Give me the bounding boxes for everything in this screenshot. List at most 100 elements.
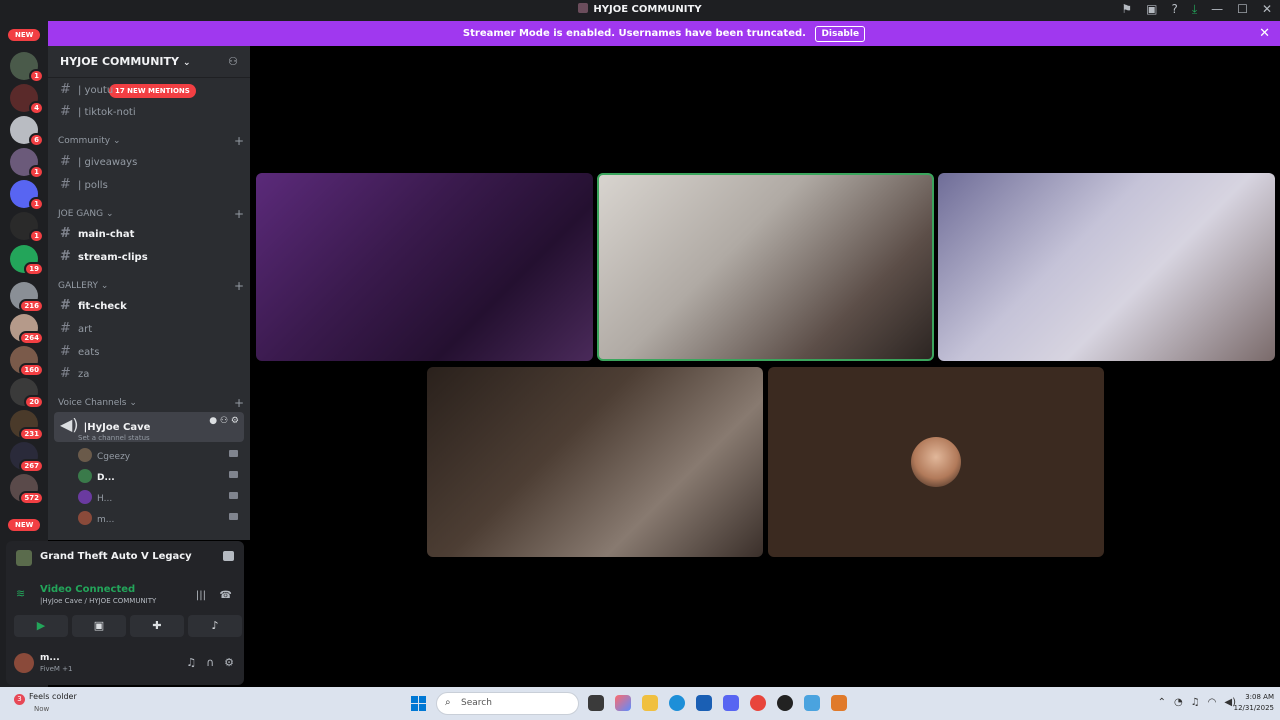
stream-game-icon[interactable] — [223, 551, 234, 561]
gear-icon[interactable]: ⚙ — [224, 656, 234, 669]
channel-tiktok-noti[interactable]: # | tiktok-noti — [54, 101, 244, 121]
clock[interactable]: 3:08 AM 12/31/2025 — [1234, 692, 1274, 714]
screen-share-button[interactable]: ▣ — [72, 615, 126, 637]
hash-icon: # — [60, 104, 71, 119]
video-tile-speaking[interactable] — [597, 173, 934, 361]
category-joe-gang[interactable]: JOE GANG ⌄ + — [58, 207, 244, 221]
camera-icon — [229, 471, 238, 478]
mention-badge: 1 — [29, 229, 44, 243]
app-icon[interactable] — [804, 695, 820, 711]
channel-eats[interactable]: # eats — [54, 341, 244, 361]
taskbar-search[interactable]: ⌕ Search — [436, 692, 579, 715]
headphones-icon[interactable]: ∩ — [206, 656, 214, 669]
add-channel-icon[interactable]: + — [234, 396, 244, 410]
server-icon[interactable]: 20 — [10, 378, 44, 409]
channel-status[interactable]: Set a channel status — [78, 434, 238, 442]
weather-badge: 3 — [14, 694, 25, 705]
disable-button[interactable]: Disable — [815, 26, 866, 42]
edge-icon[interactable] — [669, 695, 685, 711]
channel-stream-clips[interactable]: # stream-clips — [54, 246, 244, 266]
chrome-icon[interactable] — [750, 695, 766, 711]
voice-user[interactable]: H... — [78, 490, 244, 508]
windows-start-icon[interactable] — [411, 696, 426, 711]
weather-widget[interactable]: 3 Feels colder Now — [14, 692, 77, 713]
noise-suppression-icon[interactable]: ||| — [196, 590, 206, 601]
channel-youtube[interactable]: # | youtu — [54, 79, 244, 99]
server-icon[interactable]: 4 — [10, 84, 44, 115]
minimize-button[interactable]: — — [1211, 2, 1223, 17]
server-icon[interactable]: 231 — [10, 410, 44, 441]
activities-button[interactable]: ✚ — [130, 615, 184, 637]
server-icon[interactable]: 160 — [10, 346, 44, 377]
channel-main-chat[interactable]: # main-chat — [54, 223, 244, 243]
network-icon[interactable]: ◔ — [1174, 697, 1183, 708]
microphone-icon[interactable]: ♫ — [186, 656, 196, 669]
microphone-icon[interactable]: ♫ — [1191, 697, 1200, 708]
banner-close-icon[interactable]: ✕ — [1259, 21, 1270, 46]
server-icon[interactable]: 572 — [10, 474, 44, 505]
store-icon[interactable] — [696, 695, 712, 711]
task-view-icon[interactable] — [588, 695, 604, 711]
maximize-button[interactable]: ☐ — [1237, 2, 1248, 17]
add-member-icon[interactable]: ⚇ — [228, 55, 238, 68]
channel-za[interactable]: # za — [54, 363, 244, 383]
download-icon[interactable]: ⤓ — [1192, 2, 1197, 17]
add-channel-icon[interactable]: + — [234, 134, 244, 148]
user-name[interactable]: m... — [40, 653, 60, 663]
inbox-icon[interactable]: ⚑ — [1121, 2, 1132, 17]
video-tile[interactable] — [256, 173, 593, 361]
discord-icon[interactable] — [723, 695, 739, 711]
copilot-icon[interactable] — [615, 695, 631, 711]
category-voice-channels[interactable]: Voice Channels ⌄ + — [58, 396, 244, 410]
server-icon[interactable]: 1 — [10, 148, 44, 179]
category-label: JOE GANG — [58, 209, 104, 219]
wifi-icon[interactable]: ◠ — [1208, 697, 1217, 708]
voice-user[interactable]: m... — [78, 511, 244, 529]
system-tray[interactable]: ⌃ ◔ ♫ ◠ ◀) — [1158, 697, 1236, 708]
avatar[interactable] — [14, 653, 34, 673]
app-icon[interactable] — [777, 695, 793, 711]
disconnect-icon[interactable]: ☎ — [220, 590, 232, 601]
file-explorer-icon[interactable] — [642, 695, 658, 711]
server-icon[interactable]: 1 — [10, 180, 44, 211]
category-community[interactable]: Community ⌄ + — [58, 134, 244, 148]
voice-location[interactable]: |HyJoe Cave / HYJOE COMMUNITY — [40, 597, 156, 605]
signal-icon[interactable]: ≋ — [16, 587, 25, 600]
server-icon[interactable]: 1 — [10, 212, 44, 243]
screen-share-icon[interactable]: ▣ — [1146, 2, 1157, 17]
voice-user[interactable]: D... — [78, 469, 244, 487]
server-icon[interactable]: 1 — [10, 52, 44, 83]
new-pill[interactable]: NEW — [6, 27, 43, 43]
server-icon[interactable]: 6 — [10, 116, 44, 147]
camera-icon — [229, 450, 238, 457]
video-tile[interactable] — [427, 367, 763, 557]
game-name: Grand Theft Auto V Legacy — [40, 551, 192, 562]
mention-badge: 6 — [29, 133, 44, 147]
voice-channel-hyjoe-cave[interactable]: ◀) |HyJoe Cave Set a channel status ● ⚇ … — [54, 412, 244, 442]
add-channel-icon[interactable]: + — [234, 207, 244, 221]
server-icon[interactable]: 264 — [10, 314, 44, 345]
channel-fit-check[interactable]: # fit-check — [54, 295, 244, 315]
close-button[interactable]: ✕ — [1262, 2, 1272, 17]
channel-label: | polls — [78, 180, 108, 191]
app-icon[interactable] — [831, 695, 847, 711]
server-header[interactable]: HYJOE COMMUNITY ⌄ — [48, 46, 250, 78]
video-tile[interactable] — [938, 173, 1275, 361]
server-icon[interactable]: 267 — [10, 442, 44, 473]
voice-user[interactable]: Cgeezy — [78, 448, 244, 466]
soundboard-button[interactable]: ♪ — [188, 615, 242, 637]
voice-status-label[interactable]: Video Connected — [40, 584, 135, 595]
channel-polls[interactable]: # | polls — [54, 174, 244, 194]
new-pill[interactable]: NEW — [6, 517, 43, 533]
channel-art[interactable]: # art — [54, 318, 244, 338]
server-icon[interactable]: 19 — [10, 245, 44, 276]
camera-button[interactable]: ▶ — [14, 615, 68, 637]
add-channel-icon[interactable]: + — [234, 279, 244, 293]
category-gallery[interactable]: GALLERY ⌄ + — [58, 279, 244, 293]
video-tile-avatar[interactable] — [768, 367, 1104, 557]
channel-giveaways[interactable]: # | giveaways — [54, 151, 244, 171]
server-icon[interactable]: 216 — [10, 282, 44, 313]
help-icon[interactable]: ? — [1171, 2, 1177, 17]
voice-channel-actions[interactable]: ● ⚇ ⚙ — [209, 416, 239, 426]
chevron-up-icon[interactable]: ⌃ — [1158, 697, 1166, 708]
